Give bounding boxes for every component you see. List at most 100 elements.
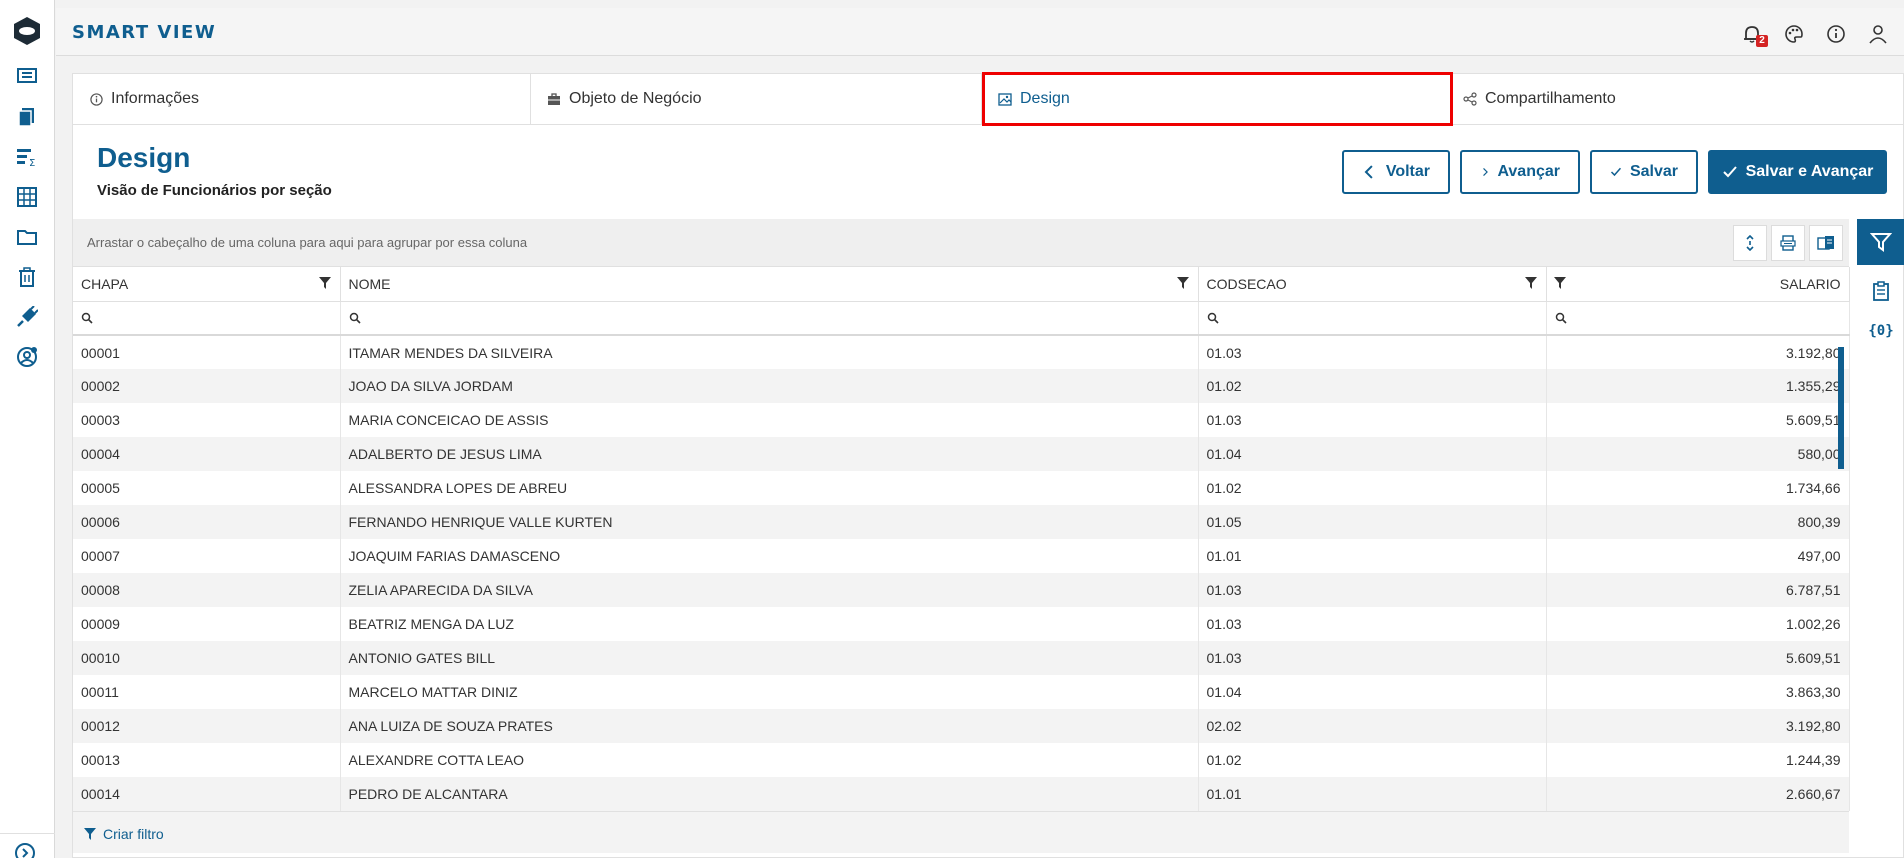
cell-codsecao: 02.02 [1198, 709, 1547, 743]
column-header-salario[interactable]: SALARIO [1546, 267, 1850, 302]
table-row[interactable]: 00003 MARIA CONCEICAO DE ASSIS 01.03 5.609,… [73, 403, 1850, 437]
filter-icon[interactable] [1553, 276, 1567, 290]
export-pdf-button[interactable] [1771, 225, 1805, 261]
column-title: CHAPA [81, 275, 129, 292]
save-button[interactable]: Salvar [1590, 150, 1698, 194]
clipboard-button[interactable] [1857, 271, 1904, 311]
arrows-vertical-icon [1746, 235, 1754, 251]
filter-icon[interactable] [318, 276, 332, 290]
image-icon [998, 92, 1012, 106]
filter-cell-salario[interactable] [1546, 301, 1850, 336]
cell-salario: 3.192,80 [1546, 335, 1850, 369]
column-title: CODSECAO [1206, 275, 1287, 292]
cell-salario: 5.609,51 [1546, 403, 1850, 437]
table-row[interactable]: 00002 JOAO DA SILVA JORDAM 01.02 1.355,29 [73, 369, 1850, 403]
filter-panel-button[interactable] [1857, 219, 1904, 265]
main-panel: Informações Objeto de Negócio Design Com… [72, 72, 1904, 858]
column-header-codsecao[interactable]: CODSECAO [1198, 267, 1547, 302]
cell-chapa: 00005 [73, 471, 341, 505]
group-panel[interactable]: Arrastar o cabeçalho de uma coluna para … [73, 219, 1849, 267]
share-icon [1463, 92, 1477, 106]
export-excel-button[interactable] [1809, 225, 1843, 261]
cell-chapa: 00001 [73, 335, 341, 369]
tab-compartilhamento[interactable]: Compartilhamento [1453, 74, 1904, 124]
create-filter-label: Criar filtro [103, 826, 164, 842]
side-tools-rail: {0} [1853, 219, 1904, 419]
table-row[interactable]: 00013 ALEXANDRE COTTA LEAO 01.02 1.244,39 [73, 743, 1850, 777]
nav-table-icon[interactable] [14, 184, 40, 210]
nav-plugin-icon[interactable] [14, 304, 40, 330]
app-logo-icon[interactable] [12, 16, 42, 46]
grid-toolbar [1733, 225, 1843, 261]
nav-documents-icon[interactable] [14, 104, 40, 130]
theme-palette-icon[interactable] [1782, 22, 1806, 46]
cell-codsecao: 01.03 [1198, 335, 1547, 369]
cell-nome: MARCELO MATTAR DINIZ [340, 675, 1199, 709]
cell-salario: 497,00 [1546, 539, 1850, 573]
create-filter-link[interactable]: Criar filtro [83, 826, 164, 842]
left-nav-rail: Σ [0, 0, 55, 858]
notifications-button[interactable]: 2 [1740, 22, 1768, 47]
table-row[interactable]: 00006 FERNANDO HENRIQUE VALLE KURTEN 01.05… [73, 505, 1850, 539]
cell-chapa: 00011 [73, 675, 341, 709]
nav-user-settings-icon[interactable] [14, 344, 40, 370]
table-row[interactable]: 00008 ZELIA APARECIDA DA SILVA 01.03 6.787,… [73, 573, 1850, 607]
nav-folder-icon[interactable] [14, 224, 40, 250]
column-chooser-button[interactable] [1733, 225, 1767, 261]
cell-codsecao: 01.02 [1198, 369, 1547, 403]
notification-badge: 2 [1756, 35, 1768, 47]
save-and-next-label: Salvar e Avançar [1745, 163, 1874, 180]
app-header: SMART VIEW 2 [56, 8, 1904, 56]
nav-trash-icon[interactable] [14, 264, 40, 290]
filter-icon[interactable] [1176, 276, 1190, 290]
user-profile-icon[interactable] [1866, 22, 1890, 46]
filter-cell-codsecao[interactable] [1198, 301, 1547, 336]
cell-chapa: 00013 [73, 743, 341, 777]
filter-icon[interactable] [1524, 276, 1538, 290]
column-header-chapa[interactable]: CHAPA [73, 267, 341, 302]
file-export-icon [1780, 235, 1796, 251]
tab-informacoes[interactable]: Informações [73, 74, 531, 124]
expand-rail-icon[interactable] [14, 842, 40, 858]
table-row[interactable]: 00009 BEATRIZ MENGA DA LUZ 01.03 1.002,26 [73, 607, 1850, 641]
cell-chapa: 00012 [73, 709, 341, 743]
column-title: NOME [348, 275, 391, 292]
table-row[interactable]: 00007 JOAQUIM FARIAS DAMASCENO 01.01 497,00 [73, 539, 1850, 573]
cell-salario: 1.355,29 [1546, 369, 1850, 403]
save-and-next-button[interactable]: Salvar e Avançar [1708, 150, 1887, 194]
table-row[interactable]: 00014 PEDRO DE ALCANTARA 01.01 2.660,67 [73, 777, 1850, 811]
app-title: SMART VIEW [72, 22, 217, 43]
cell-nome: ANA LUIZA DE SOUZA PRATES [340, 709, 1199, 743]
table-row[interactable]: 00011 MARCELO MATTAR DINIZ 01.04 3.863,30 [73, 675, 1850, 709]
cell-chapa: 00007 [73, 539, 341, 573]
filter-row [73, 301, 1850, 336]
nav-sum-icon[interactable]: Σ [14, 144, 40, 170]
cell-chapa: 00006 [73, 505, 341, 539]
tab-label: Objeto de Negócio [569, 90, 702, 107]
table-row[interactable]: 00010 ANTONIO GATES BILL 01.03 5.609,51 [73, 641, 1850, 675]
filter-cell-chapa[interactable] [73, 301, 341, 336]
briefcase-icon [547, 92, 561, 106]
cell-nome: ADALBERTO DE JESUS LIMA [340, 437, 1199, 471]
nav-list-icon[interactable] [14, 64, 40, 90]
back-button[interactable]: Voltar [1342, 150, 1450, 194]
grid-scrollbar[interactable] [1838, 347, 1844, 469]
info-icon[interactable] [1824, 22, 1848, 46]
table-row[interactable]: 00012 ANA LUIZA DE SOUZA PRATES 02.02 3.192… [73, 709, 1850, 743]
cell-salario: 1.734,66 [1546, 471, 1850, 505]
table-row[interactable]: 00004 ADALBERTO DE JESUS LIMA 01.04 580,00 [73, 437, 1850, 471]
cell-codsecao: 01.01 [1198, 777, 1547, 811]
tab-objeto-de-negocio[interactable]: Objeto de Negócio [531, 74, 982, 124]
cell-codsecao: 01.04 [1198, 437, 1547, 471]
next-button[interactable]: Avançar [1460, 150, 1580, 194]
cell-salario: 6.787,51 [1546, 573, 1850, 607]
column-header-nome[interactable]: NOME [340, 267, 1199, 302]
tab-design[interactable]: Design [982, 74, 1453, 125]
table-row[interactable]: 00005 ALESSANDRA LOPES DE ABREU 01.02 1.734… [73, 471, 1850, 505]
cell-codsecao: 01.03 [1198, 573, 1547, 607]
spreadsheet-export-icon [1817, 236, 1834, 250]
filter-cell-nome[interactable] [340, 301, 1199, 336]
table-row[interactable]: 00001 ITAMAR MENDES DA SILVEIRA 01.03 3.192… [73, 335, 1850, 369]
cell-nome: JOAO DA SILVA JORDAM [340, 369, 1199, 403]
variables-button[interactable]: {0} [1857, 311, 1904, 351]
